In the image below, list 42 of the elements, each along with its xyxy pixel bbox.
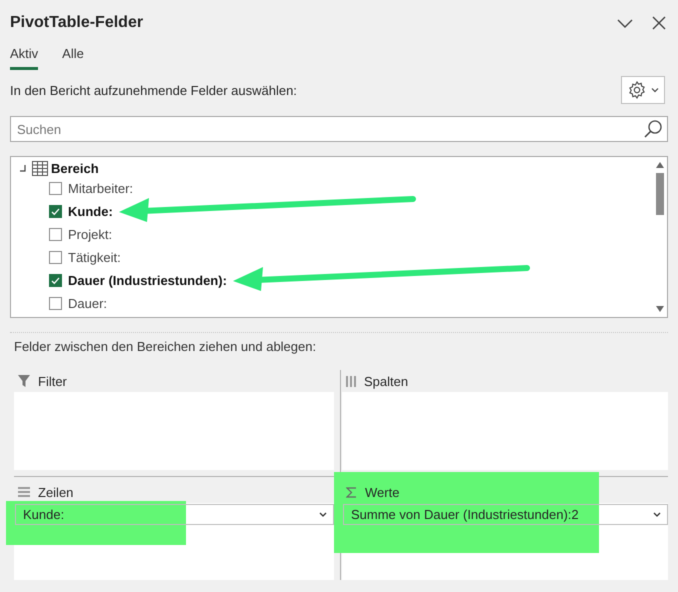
scroll-up-icon[interactable] <box>654 161 664 169</box>
area-title: Zeilen <box>38 484 74 500</box>
field-label[interactable]: Dauer (Industriestunden): <box>68 273 227 288</box>
field-label: Summe von Dauer (Industriestunden):2 <box>351 507 579 522</box>
field-label[interactable]: Tätigkeit: <box>68 250 121 265</box>
panel-title: PivotTable-Felder <box>10 14 144 32</box>
tab[interactable]: Aktiv <box>10 46 38 70</box>
caret-icon <box>651 86 659 94</box>
scrollbar-thumb[interactable] <box>656 173 664 215</box>
table-name: Bereich <box>51 160 99 176</box>
field-dropdown[interactable]: Kunde: <box>15 504 334 525</box>
checkbox[interactable] <box>49 205 62 218</box>
sigma-icon <box>346 486 357 498</box>
area-title: Spalten <box>364 374 408 388</box>
search-field[interactable]: Suchen <box>10 116 668 142</box>
area-title: Werte <box>365 484 400 500</box>
close-icon[interactable] <box>650 14 668 32</box>
field-dropdown[interactable]: Summe von Dauer (Industriestunden):2 <box>343 504 668 525</box>
field-label[interactable]: Dauer: <box>68 296 108 311</box>
field-label[interactable]: Mitarbeiter: <box>68 181 134 196</box>
checkbox[interactable] <box>49 297 62 310</box>
settings-icon <box>627 80 647 100</box>
instruction-text: Felder zwischen den Bereichen ziehen und ablegen: <box>14 339 318 356</box>
instruction-text: In den Bericht aufzunehmende Felder auswählen: <box>10 82 297 98</box>
columns-icon <box>346 376 356 386</box>
table-icon <box>32 160 48 176</box>
caret-icon <box>653 512 661 518</box>
checkbox[interactable] <box>49 251 62 264</box>
search-icon <box>643 119 663 139</box>
field-label[interactable]: Projekt: <box>68 227 112 242</box>
tab[interactable]: Alle <box>62 46 84 70</box>
checkbox[interactable] <box>49 228 62 241</box>
rows-icon <box>18 487 30 497</box>
area-title: Filter <box>38 374 67 388</box>
caret-icon <box>319 512 327 518</box>
scroll-down-icon[interactable] <box>654 305 664 313</box>
field-label[interactable]: Kunde: <box>68 204 113 219</box>
settings-button[interactable] <box>621 76 665 104</box>
checkbox[interactable] <box>49 274 62 287</box>
filter-icon <box>18 375 30 387</box>
checkbox[interactable] <box>49 182 62 195</box>
field-label: Kunde: <box>23 507 64 522</box>
